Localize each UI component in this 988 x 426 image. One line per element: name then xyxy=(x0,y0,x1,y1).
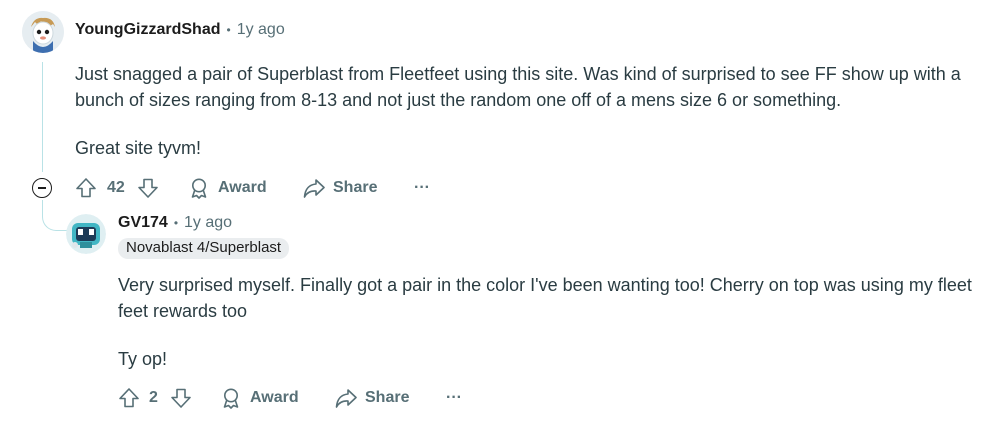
comment-paragraph: Great site tyvm! xyxy=(75,138,202,158)
meta-separator: • xyxy=(226,23,231,37)
share-button[interactable]: Share xyxy=(303,177,377,199)
award-label: Award xyxy=(250,389,299,406)
comment-body: Very surprised myself. Finally got a pai… xyxy=(118,272,978,372)
upvote-arrow-icon xyxy=(76,178,96,198)
downvote-arrow-icon xyxy=(138,178,158,198)
more-options-icon: ··· xyxy=(414,179,430,196)
comment-timestamp[interactable]: 1y ago xyxy=(237,21,285,39)
downvote-button[interactable] xyxy=(137,177,159,199)
avatar[interactable] xyxy=(66,214,106,254)
vote-count: 2 xyxy=(149,389,158,406)
share-label: Share xyxy=(365,389,410,406)
comment-paragraph: Just snagged a pair of Superblast from F… xyxy=(75,64,961,110)
award-label: Award xyxy=(218,179,267,196)
thread-line xyxy=(42,62,43,172)
comment-paragraph: Ty op! xyxy=(118,349,168,369)
comment-username[interactable]: YoungGizzardShad xyxy=(75,21,220,39)
collapse-button[interactable] xyxy=(32,178,52,198)
share-label: Share xyxy=(333,179,378,196)
more-options-button[interactable]: ··· xyxy=(446,389,462,407)
user-flair: Novablast 4/Superblast xyxy=(118,238,290,259)
comment-body: Just snagged a pair of Superblast from F… xyxy=(75,61,975,161)
upvote-button[interactable] xyxy=(118,387,140,409)
award-ribbon-icon xyxy=(223,388,239,409)
award-button[interactable]: Award xyxy=(220,387,299,409)
share-arrow-icon xyxy=(335,389,357,408)
award-ribbon-icon xyxy=(191,178,207,199)
award-button[interactable]: Award xyxy=(188,177,267,199)
downvote-arrow-icon xyxy=(171,388,191,408)
avatar[interactable] xyxy=(22,11,64,53)
vote-count: 42 xyxy=(107,179,125,196)
collapse-minus-icon xyxy=(38,187,46,189)
comment-timestamp[interactable]: 1y ago xyxy=(184,214,232,232)
share-button[interactable]: Share xyxy=(335,387,409,409)
upvote-arrow-icon xyxy=(119,388,139,408)
more-options-button[interactable]: ··· xyxy=(414,179,430,197)
meta-separator: • xyxy=(173,216,179,230)
share-arrow-icon xyxy=(303,179,325,198)
upvote-button[interactable] xyxy=(75,177,97,199)
comment-username[interactable]: GV174 xyxy=(118,214,168,232)
more-options-icon: ··· xyxy=(446,389,462,406)
comment-paragraph: Very surprised myself. Finally got a pai… xyxy=(118,275,972,321)
reply-connector xyxy=(42,200,67,231)
downvote-button[interactable] xyxy=(170,387,192,409)
